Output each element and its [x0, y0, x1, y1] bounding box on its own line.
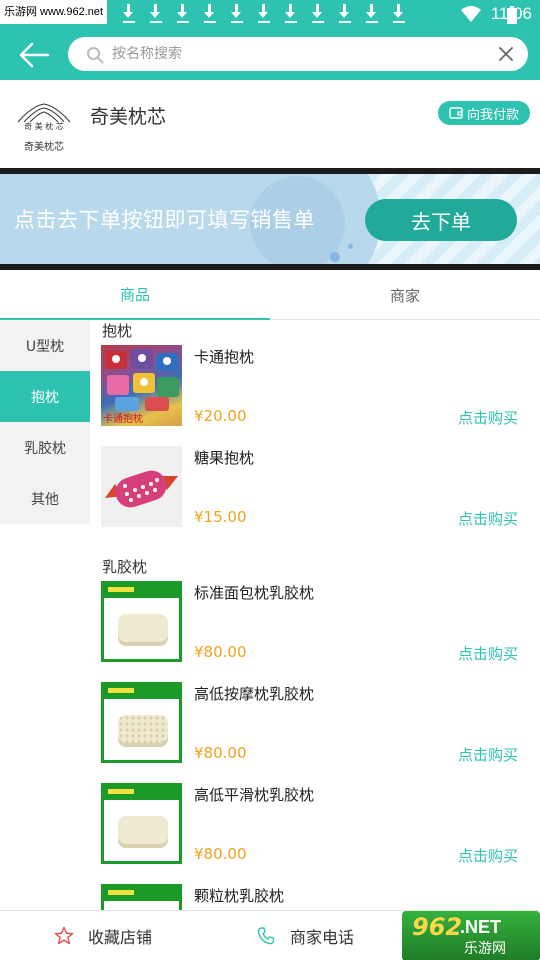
download-icon	[147, 2, 165, 26]
buy-button[interactable]: 点击购买	[458, 508, 518, 529]
search-icon	[87, 47, 104, 64]
product-name: 颗粒枕乳胶枕	[194, 887, 285, 905]
favorite-store-button[interactable]: 收藏店铺	[54, 911, 152, 960]
order-banner: 点击去下单按钮即可填写销售单 去下单	[0, 174, 540, 264]
close-icon[interactable]	[498, 46, 514, 62]
latex-pillow-image-icon	[118, 715, 168, 743]
place-order-button[interactable]: 去下单	[365, 199, 517, 241]
section-title-latex: 乳胶枕	[102, 558, 148, 576]
buy-button[interactable]: 点击购买	[458, 407, 518, 428]
category-cushion[interactable]: 抱枕	[0, 371, 90, 422]
category-u-pillow[interactable]: U型枕	[0, 320, 90, 371]
thumbnail-header	[104, 584, 179, 598]
thumbnail-header	[104, 887, 179, 901]
status-time: 11:06	[490, 4, 532, 23]
product-price: ¥15.00	[194, 508, 247, 526]
phone-icon	[257, 927, 275, 945]
product-thumbnail: 卡通抱枕	[101, 345, 182, 426]
category-other[interactable]: 其他	[0, 473, 90, 524]
product-item[interactable]: 卡通抱枕 卡通抱枕 ¥20.00 点击购买	[101, 345, 531, 427]
download-icon	[309, 2, 327, 26]
watermark-top: 乐游网 www.962.net	[0, 0, 108, 24]
download-icon	[201, 2, 219, 26]
product-price: ¥80.00	[194, 643, 247, 661]
section-title-cushion: 抱枕	[102, 322, 133, 340]
product-name: 卡通抱枕	[194, 348, 255, 366]
merchant-phone-label: 商家电话	[290, 928, 355, 947]
back-arrow-icon[interactable]	[18, 40, 50, 70]
store-info: 奇 美 枕 芯 奇美枕芯 奇美枕芯 向我付款	[0, 80, 540, 170]
favorite-store-label: 收藏店铺	[88, 928, 153, 947]
product-thumbnail	[101, 581, 182, 662]
product-item[interactable]: 颗粒枕乳胶枕	[101, 884, 531, 910]
banner-decoration	[348, 244, 353, 249]
download-icon	[174, 2, 192, 26]
store-name: 奇美枕芯	[90, 106, 167, 128]
latex-pillow-image-icon	[118, 816, 168, 844]
product-price: ¥80.00	[194, 845, 247, 863]
watermark-number: 962	[412, 913, 463, 941]
product-price: ¥20.00	[194, 407, 247, 425]
product-item[interactable]: 高低平滑枕乳胶枕 ¥80.00 点击购买	[101, 783, 531, 865]
product-name: 糖果抱枕	[194, 449, 255, 467]
watermark-domain: .NET	[460, 917, 502, 937]
watermark-logo: 962 .NET 乐游网	[402, 911, 540, 960]
star-icon	[54, 926, 74, 945]
category-latex-pillow[interactable]: 乳胶枕	[0, 422, 90, 473]
download-icon	[255, 2, 273, 26]
thumbnail-header	[104, 786, 179, 800]
tab-products[interactable]: 商品	[0, 270, 270, 320]
bottom-bar: 收藏店铺 商家电话 962 .NET 乐游网	[0, 910, 540, 960]
buy-button[interactable]: 点击购买	[458, 744, 518, 765]
product-name: 标准面包枕乳胶枕	[194, 584, 315, 602]
download-icon	[120, 2, 138, 26]
download-notifications	[120, 2, 408, 26]
product-item[interactable]: 高低按摩枕乳胶枕 ¥80.00 点击购买	[101, 682, 531, 764]
candy-pillow-image-icon	[105, 470, 178, 508]
logo-caption: 奇美枕芯	[24, 142, 64, 153]
logo-small-text: 奇 美 枕 芯	[24, 122, 64, 131]
product-thumbnail	[101, 783, 182, 864]
download-icon	[336, 2, 354, 26]
product-name: 高低平滑枕乳胶枕	[194, 786, 315, 804]
latex-pillow-image-icon	[118, 614, 168, 642]
product-thumbnail	[101, 884, 182, 910]
merchant-phone-button[interactable]: 商家电话	[256, 911, 354, 960]
wifi-icon	[461, 6, 481, 22]
thumbnail-header	[104, 685, 179, 699]
buy-button[interactable]: 点击购买	[458, 845, 518, 866]
banner-text: 点击去下单按钮即可填写销售单	[14, 208, 315, 232]
product-price: ¥80.00	[194, 744, 247, 762]
wallet-icon	[449, 107, 463, 119]
buy-button[interactable]: 点击购买	[458, 643, 518, 664]
download-icon	[282, 2, 300, 26]
search-bar[interactable]	[68, 37, 528, 71]
download-icon	[390, 2, 408, 26]
search-input[interactable]	[112, 37, 482, 71]
banner-decoration	[330, 252, 340, 262]
top-header	[0, 30, 540, 80]
tab-merchant[interactable]: 商家	[270, 270, 540, 320]
product-thumbnail	[101, 446, 182, 527]
product-item[interactable]: 标准面包枕乳胶枕 ¥80.00 点击购买	[101, 581, 531, 663]
tab-bar: 商品 商家	[0, 270, 540, 320]
download-icon	[363, 2, 381, 26]
thumbnail-caption: 卡通抱枕	[103, 414, 143, 425]
product-list: 抱枕 卡通抱枕 卡通抱枕 ¥20.00 点击购买 糖果抱枕 ¥15.00 点击购…	[90, 320, 540, 910]
product-thumbnail	[101, 682, 182, 763]
pay-me-label: 向我付款	[466, 107, 519, 123]
product-item[interactable]: 糖果抱枕 ¥15.00 点击购买	[101, 446, 531, 528]
category-sidebar: U型枕 抱枕 乳胶枕 其他	[0, 320, 90, 524]
pay-me-button[interactable]: 向我付款	[438, 101, 530, 125]
product-name: 高低按摩枕乳胶枕	[194, 685, 315, 703]
download-icon	[228, 2, 246, 26]
store-logo: 奇 美 枕 芯 奇美枕芯	[14, 100, 74, 154]
watermark-site: 乐游网	[464, 941, 506, 957]
